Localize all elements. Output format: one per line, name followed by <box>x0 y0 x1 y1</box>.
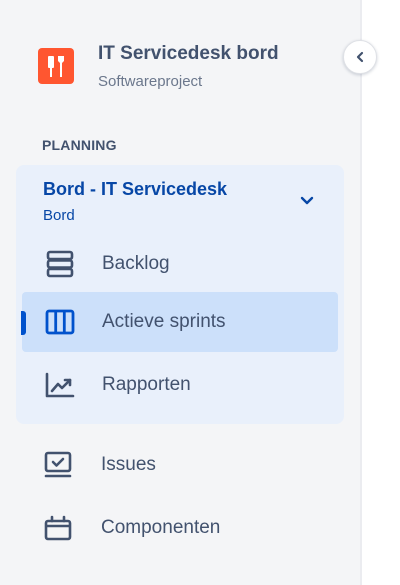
board-item-reports[interactable]: Rapporten <box>22 355 338 415</box>
columns-icon <box>44 306 76 338</box>
board-item-label: Backlog <box>102 253 170 274</box>
backlog-icon <box>44 248 76 280</box>
project-header[interactable]: IT Servicedesk bord Softwareproject <box>38 42 279 92</box>
project-type: Softwareproject <box>98 73 203 90</box>
sidebar-item-label: Componenten <box>101 517 221 538</box>
chevron-down-icon[interactable] <box>299 193 315 209</box>
board-subtitle: Bord <box>43 207 75 224</box>
components-icon <box>42 512 74 544</box>
issues-icon <box>42 449 74 481</box>
sidebar-item-components[interactable]: Componenten <box>16 500 344 556</box>
project-sidebar: IT Servicedesk bord Softwareproject PLAN… <box>0 0 360 585</box>
board-item-backlog[interactable]: Backlog <box>22 234 338 294</box>
project-name: IT Servicedesk bord <box>98 43 279 64</box>
board-item-label: Rapporten <box>102 374 191 395</box>
section-heading-planning: PLANNING <box>42 137 117 153</box>
sidebar-item-label: Issues <box>101 454 156 475</box>
sidebar-divider <box>360 0 362 585</box>
collapse-sidebar-button[interactable] <box>343 40 377 74</box>
active-indicator <box>21 311 26 335</box>
board-item-active-sprints[interactable]: Actieve sprints <box>22 292 338 352</box>
sidebar-item-issues[interactable]: Issues <box>16 437 344 493</box>
board-title[interactable]: Bord - IT Servicedesk <box>43 179 227 200</box>
project-avatar <box>38 48 74 84</box>
chart-line-icon <box>44 369 76 401</box>
tools-icon <box>48 56 64 77</box>
chevron-left-icon <box>356 51 364 63</box>
board-item-label: Actieve sprints <box>102 311 226 332</box>
